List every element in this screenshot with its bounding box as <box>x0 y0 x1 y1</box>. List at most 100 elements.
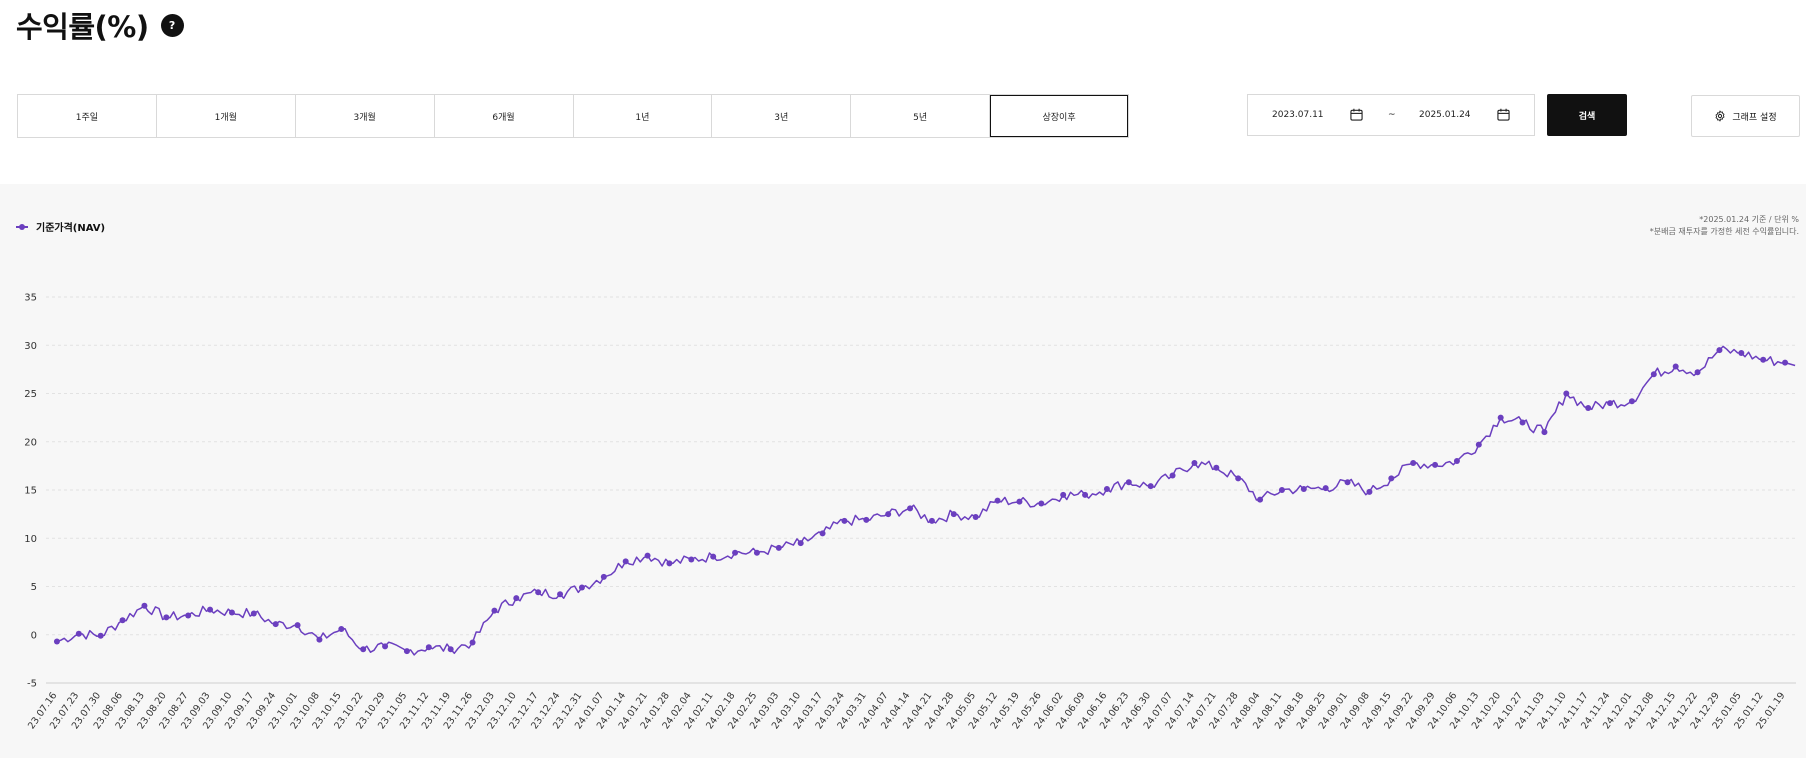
period-tab-1y[interactable]: 1년 <box>573 95 713 137</box>
data-point <box>1366 488 1373 495</box>
period-tab-5y[interactable]: 5년 <box>851 95 991 137</box>
data-point <box>403 648 410 655</box>
data-point <box>272 621 279 628</box>
data-point <box>294 622 301 629</box>
graph-settings-label: 그래프 설정 <box>1732 112 1777 123</box>
data-point <box>228 609 235 616</box>
y-tick-label: 5 <box>31 582 37 593</box>
data-point <box>1738 349 1745 356</box>
data-point <box>1607 400 1614 407</box>
data-point <box>250 610 257 617</box>
data-point <box>1213 464 1220 471</box>
data-point <box>1125 479 1132 486</box>
period-tab-1w[interactable]: 1주일 <box>18 95 157 137</box>
data-point <box>447 646 454 653</box>
data-point <box>163 614 170 621</box>
data-point <box>338 625 345 632</box>
data-point <box>1322 485 1329 492</box>
data-point <box>207 606 214 613</box>
data-point <box>907 505 914 512</box>
data-point <box>1278 487 1285 493</box>
data-point <box>1257 496 1264 503</box>
data-point <box>1410 459 1417 466</box>
data-point <box>885 511 892 518</box>
data-point <box>425 644 432 651</box>
data-point <box>1519 419 1526 426</box>
data-point <box>994 497 1001 504</box>
data-point <box>1760 356 1767 363</box>
data-point <box>1563 390 1570 397</box>
y-tick-label: 10 <box>24 534 37 545</box>
data-point <box>1344 479 1351 486</box>
data-point <box>141 602 148 609</box>
data-point <box>1432 461 1439 468</box>
data-point <box>819 530 826 537</box>
data-point <box>1147 483 1154 490</box>
data-point <box>622 558 629 565</box>
data-point <box>513 595 520 602</box>
date-range-picker: 2023.07.11 ~ 2025.01.24 <box>1247 94 1535 136</box>
calendar-icon[interactable] <box>1350 108 1363 121</box>
data-point <box>644 552 651 559</box>
data-point <box>1628 398 1635 405</box>
data-point <box>928 517 935 524</box>
data-point <box>1235 475 1242 482</box>
data-point <box>469 639 476 646</box>
data-point <box>1300 486 1307 493</box>
data-point <box>1672 363 1679 370</box>
data-point <box>688 556 695 563</box>
data-point <box>797 540 804 547</box>
data-point <box>382 643 389 650</box>
data-point <box>1716 347 1723 354</box>
period-tab-6m[interactable]: 6개월 <box>434 95 574 137</box>
period-tab-since-listing[interactable]: 상장이후 <box>990 95 1128 137</box>
return-line-chart: -50510152025303523.07.1623.07.2323.07.30… <box>24 293 1796 731</box>
y-tick-label: 35 <box>24 293 37 304</box>
date-separator: ~ <box>1388 110 1396 120</box>
help-icon[interactable]: ? <box>160 13 184 37</box>
y-tick-label: 20 <box>24 437 37 448</box>
y-tick-label: 0 <box>31 630 37 641</box>
data-point <box>1541 429 1548 436</box>
calendar-icon[interactable] <box>1497 108 1510 121</box>
data-point <box>1453 458 1460 465</box>
search-button[interactable]: 검색 <box>1547 94 1627 136</box>
y-tick-label: 25 <box>24 389 37 400</box>
end-date-field[interactable]: 2025.01.24 <box>1419 110 1471 120</box>
data-point <box>666 560 673 567</box>
data-point <box>1388 475 1395 482</box>
data-point <box>1082 491 1089 498</box>
data-point <box>316 636 323 643</box>
data-point <box>1475 441 1482 448</box>
data-point <box>75 630 82 637</box>
data-point <box>1038 500 1045 507</box>
data-point <box>863 516 870 523</box>
y-tick-label: 15 <box>24 486 37 497</box>
page-title: 수익률(%) <box>16 10 149 44</box>
period-tabs: 1주일 1개월 3개월 6개월 1년 3년 5년 상장이후 <box>17 94 1129 138</box>
data-point <box>557 591 564 598</box>
data-point <box>97 632 104 639</box>
data-point <box>1497 414 1504 421</box>
data-point <box>841 517 848 524</box>
data-point <box>360 646 367 653</box>
data-point <box>1191 459 1198 466</box>
data-point <box>1694 369 1701 376</box>
data-point <box>119 617 126 624</box>
graph-settings-button[interactable]: 그래프 설정 <box>1691 95 1800 137</box>
data-point <box>535 589 542 596</box>
data-point <box>578 584 585 591</box>
period-tab-3y[interactable]: 3년 <box>712 95 852 137</box>
data-point <box>600 573 607 580</box>
data-point <box>950 511 957 518</box>
period-tab-1m[interactable]: 1개월 <box>156 95 296 137</box>
start-date-field[interactable]: 2023.07.11 <box>1272 110 1324 120</box>
data-point <box>710 553 717 560</box>
period-tab-3m[interactable]: 3개월 <box>295 95 435 137</box>
data-point <box>775 544 782 551</box>
data-point <box>1060 491 1067 498</box>
y-tick-label: -5 <box>27 679 37 690</box>
data-point <box>1650 371 1657 378</box>
data-point <box>753 549 760 556</box>
series-line <box>56 345 1796 656</box>
